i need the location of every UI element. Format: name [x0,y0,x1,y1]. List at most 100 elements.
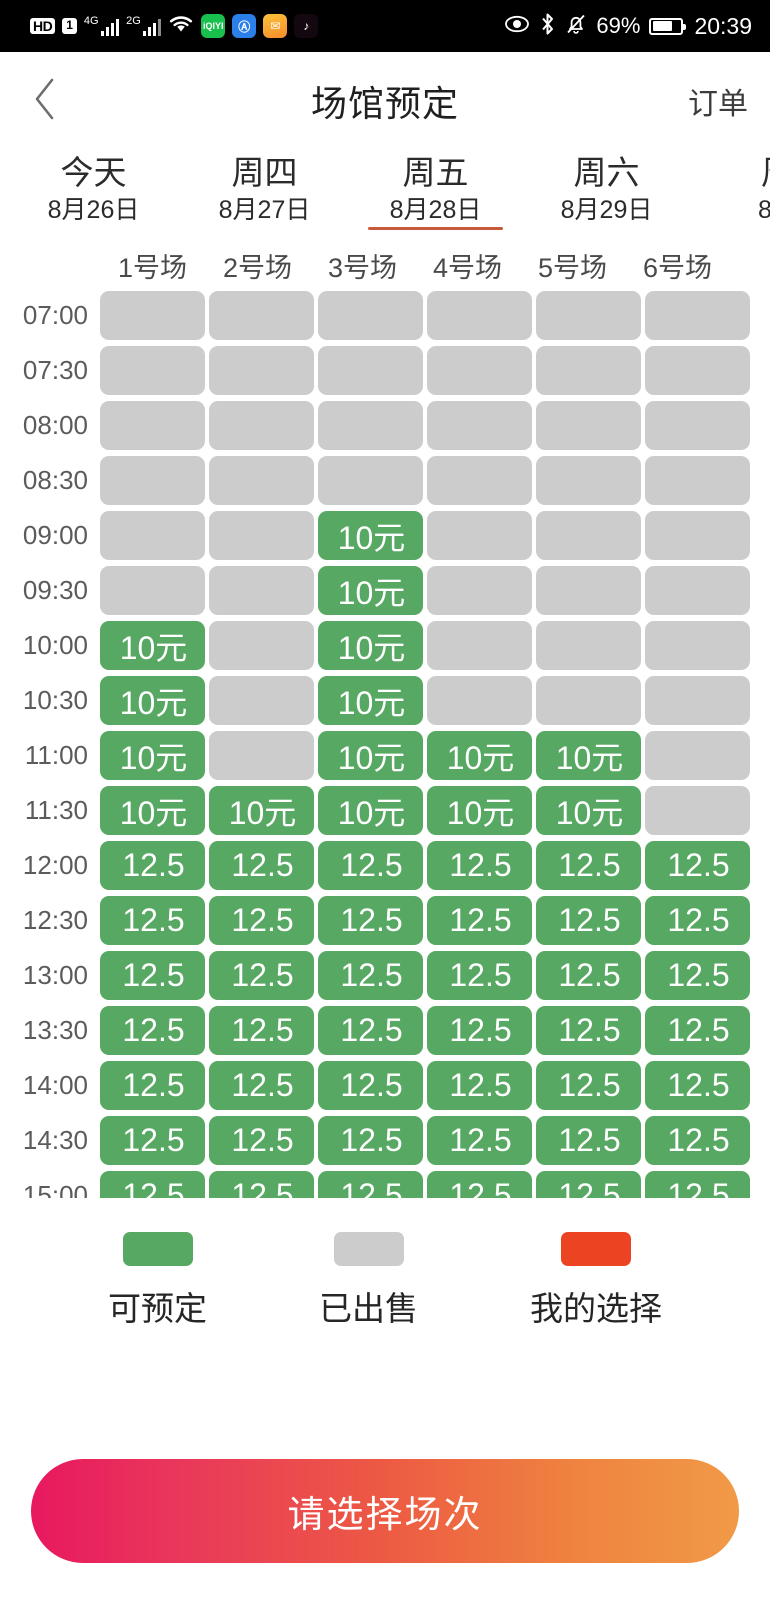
slot-cell-1330-court2[interactable]: 12.5 [209,1006,314,1055]
slot-price-label: 12.5 [667,957,730,993]
date-tab-2[interactable]: 周五 8月28日 [350,150,521,231]
slot-cell-1330-court4[interactable]: 12.5 [427,1006,532,1055]
slot-cell-1500-court4[interactable]: 12.5 [427,1171,532,1198]
slot-cell-1130-court2[interactable]: 10元 [209,786,314,835]
slot-cell-1030-court1[interactable]: 10元 [100,676,205,725]
slot-cell-1500-court3[interactable]: 12.5 [318,1171,423,1198]
slot-cell-1230-court6[interactable]: 12.5 [645,896,750,945]
slot-cell-1300-court6[interactable]: 12.5 [645,951,750,1000]
hd-icon: HD [30,17,56,35]
date-tab-3[interactable]: 周六 8月29日 [521,150,692,228]
date-tab-date-label: 8月 [758,196,770,225]
slot-price-label: 12.5 [449,1067,512,1103]
slot-cell-1000-court3[interactable]: 10元 [318,621,423,670]
date-tab-4[interactable]: 周 8月 [692,150,770,228]
slot-cell-1030-court4 [427,676,532,725]
slot-cell-1430-court2[interactable]: 12.5 [209,1116,314,1165]
slot-cell-1100-court3[interactable]: 10元 [318,731,423,780]
date-tab-0[interactable]: 今天 8月26日 [8,150,179,228]
slot-cell-1130-court1[interactable]: 10元 [100,786,205,835]
date-tab-date-label: 8月28日 [389,196,482,225]
time-label: 10:00 [22,630,88,660]
schedule-row-cells: 12.5 12.5 12.5 12.5 12.5 12.5 [100,1061,754,1110]
slot-cell-1000-court1[interactable]: 10元 [100,621,205,670]
slot-cell-1200-court5[interactable]: 12.5 [536,841,641,890]
slot-cell-0900-court5 [536,511,641,560]
slot-cell-1000-court4 [427,621,532,670]
blue-app-icon: Ⓐ [232,14,257,38]
slot-cell-0900-court3[interactable]: 10元 [318,511,423,560]
slot-cell-1430-court5[interactable]: 12.5 [536,1116,641,1165]
bluetooth-icon [539,12,556,41]
slot-cell-1330-court1[interactable]: 12.5 [100,1006,205,1055]
slot-price-label: 12.5 [667,1067,730,1103]
slot-cell-1430-court1[interactable]: 12.5 [100,1116,205,1165]
slot-price-label: 10元 [119,794,188,831]
2g-signal-icon: 2G [126,16,162,36]
back-button[interactable] [22,78,68,124]
slot-cell-1400-court1[interactable]: 12.5 [100,1061,205,1110]
slot-cell-1500-court5[interactable]: 12.5 [536,1171,641,1198]
time-label: 09:30 [22,575,88,605]
slot-cell-0700-court6 [645,291,750,340]
slot-price-label: 10元 [337,794,406,831]
slot-cell-0930-court2 [209,566,314,615]
court-header-5: 5号场 [537,252,608,283]
court-header-6: 6号场 [642,252,713,283]
slot-cell-1330-court5[interactable]: 12.5 [536,1006,641,1055]
schedule-grid[interactable]: 07:00 07:30 08:00 08:30 09:00 10元 09:30 10元 10:0… [0,288,770,1198]
slot-cell-1000-court5 [536,621,641,670]
slot-cell-1400-court4[interactable]: 12.5 [427,1061,532,1110]
slot-cell-1130-court3[interactable]: 10元 [318,786,423,835]
slot-cell-1400-court3[interactable]: 12.5 [318,1061,423,1110]
slot-cell-1100-court1[interactable]: 10元 [100,731,205,780]
slot-cell-1200-court3[interactable]: 12.5 [318,841,423,890]
slot-cell-1200-court2[interactable]: 12.5 [209,841,314,890]
slot-cell-1300-court2[interactable]: 12.5 [209,951,314,1000]
slot-cell-1200-court4[interactable]: 12.5 [427,841,532,890]
slot-cell-1200-court6[interactable]: 12.5 [645,841,750,890]
slot-cell-1300-court4[interactable]: 12.5 [427,951,532,1000]
date-tab-bar[interactable]: 今天 8月26日 周四 8月27日 周五 8月28日 周六 8月29日 周 8月 [0,150,770,242]
slot-cell-1100-court5[interactable]: 10元 [536,731,641,780]
mail-app-icon: ✉ [263,14,288,38]
slot-cell-0800-court4 [427,401,532,450]
slot-cell-1400-court6[interactable]: 12.5 [645,1061,750,1110]
slot-cell-1200-court1[interactable]: 12.5 [100,841,205,890]
slot-cell-0730-court6 [645,346,750,395]
schedule-row: 13:00 12.5 12.5 12.5 12.5 12.5 12.5 [0,948,770,1003]
slot-cell-1500-court2[interactable]: 12.5 [209,1171,314,1198]
slot-cell-1430-court6[interactable]: 12.5 [645,1116,750,1165]
orders-button[interactable]: 订单 [688,79,748,123]
slot-cell-1300-court5[interactable]: 12.5 [536,951,641,1000]
slot-price-label: 12.5 [231,1012,294,1048]
slot-cell-1230-court2[interactable]: 12.5 [209,896,314,945]
time-label: 08:30 [22,465,88,495]
slot-cell-1430-court4[interactable]: 12.5 [427,1116,532,1165]
slot-cell-1330-court3[interactable]: 12.5 [318,1006,423,1055]
slot-cell-0800-court6 [645,401,750,450]
slot-cell-1300-court1[interactable]: 12.5 [100,951,205,1000]
slot-price-label: 12.5 [340,847,403,883]
slot-cell-1400-court5[interactable]: 12.5 [536,1061,641,1110]
select-session-button[interactable]: 请选择场次 [31,1459,739,1563]
slot-cell-1430-court3[interactable]: 12.5 [318,1116,423,1165]
slot-cell-0930-court3[interactable]: 10元 [318,566,423,615]
slot-cell-1100-court4[interactable]: 10元 [427,731,532,780]
slot-cell-1230-court1[interactable]: 12.5 [100,896,205,945]
slot-cell-1030-court3[interactable]: 10元 [318,676,423,725]
date-tab-1[interactable]: 周四 8月27日 [179,150,350,228]
slot-cell-1230-court4[interactable]: 12.5 [427,896,532,945]
slot-cell-1500-court1[interactable]: 12.5 [100,1171,205,1198]
slot-cell-1130-court4[interactable]: 10元 [427,786,532,835]
slot-cell-1230-court3[interactable]: 12.5 [318,896,423,945]
slot-cell-1330-court6[interactable]: 12.5 [645,1006,750,1055]
slot-cell-1400-court2[interactable]: 12.5 [209,1061,314,1110]
schedule-row-cells: 12.5 12.5 12.5 12.5 12.5 12.5 [100,951,754,1000]
slot-cell-1130-court5[interactable]: 10元 [536,786,641,835]
slot-cell-1230-court5[interactable]: 12.5 [536,896,641,945]
slot-price-label: 12.5 [231,1177,294,1198]
slot-cell-1300-court3[interactable]: 12.5 [318,951,423,1000]
slot-cell-0830-court6 [645,456,750,505]
slot-cell-1500-court6[interactable]: 12.5 [645,1171,750,1198]
